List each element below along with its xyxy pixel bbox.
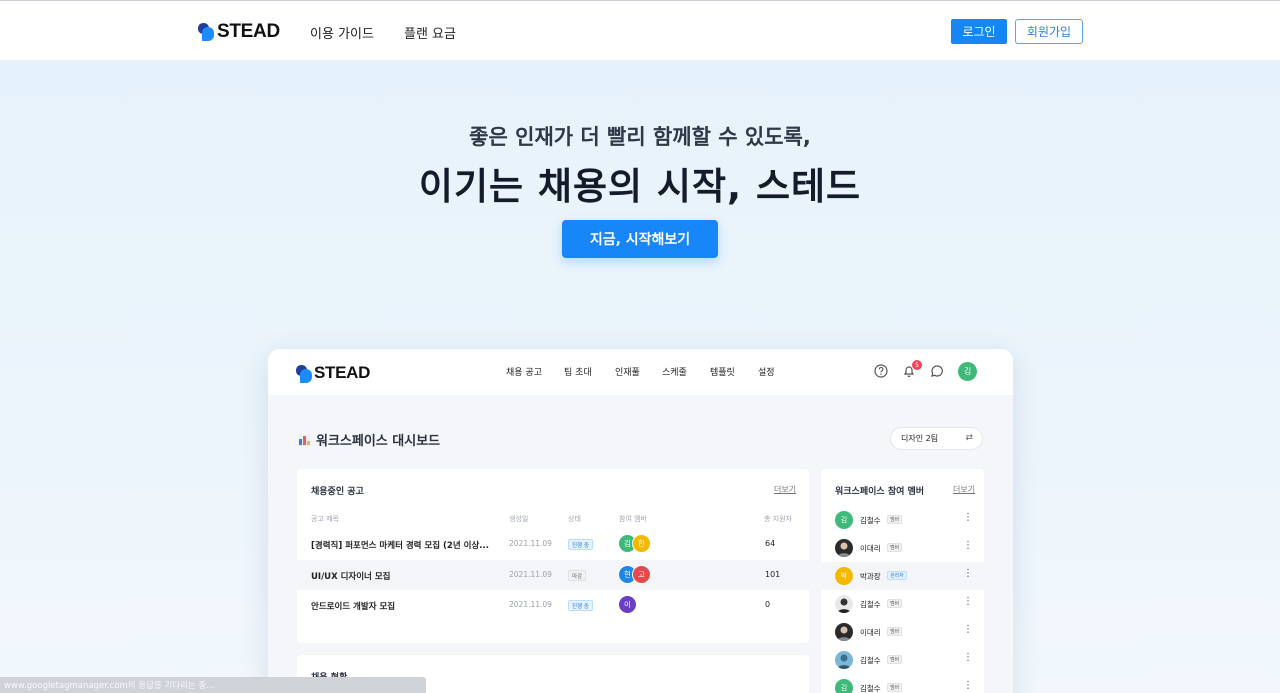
list-item[interactable]: 이대리 멤버 ⋮ — [821, 534, 984, 562]
login-button[interactable]: 로그인 — [951, 19, 1007, 44]
th-members: 참여 멤버 — [619, 515, 647, 523]
job-title: 안드로이드 개발자 모집 — [311, 602, 396, 612]
list-item[interactable]: 김철수 멤버 ⋮ — [821, 646, 984, 674]
job-date: 2021.11.09 — [509, 539, 552, 548]
mockup-nav-invite[interactable]: 팀 초대 — [564, 365, 592, 378]
th-title: 공고 제목 — [311, 515, 339, 523]
signup-button[interactable]: 회원가입 — [1015, 19, 1083, 44]
list-item[interactable]: 박 박과장 관리자 ⋮ — [821, 562, 984, 590]
bar-chart-icon — [298, 433, 311, 446]
hero-headline: 이기는 채용의 시작, 스테드 — [418, 165, 862, 208]
members-card-title: 워크스페이스 참여 멤버 — [835, 487, 925, 497]
avatar: 고 — [632, 565, 651, 584]
top-navbar: STEAD 이용 가이드 플랜 요금 로그인 회원가입 — [0, 0, 1280, 61]
jobs-card: 채용중인 공고 더보기 공고 제목 생성일 상태 참여 멤버 총 지원자 [경력… — [297, 469, 809, 643]
mockup-nav-talent[interactable]: 인재풀 — [615, 365, 640, 378]
mockup-logo: STEAD — [296, 363, 370, 383]
member-name: 김철수 — [860, 684, 881, 693]
th-applicants: 총 지원자 — [764, 515, 792, 523]
avatar: 한 — [632, 534, 651, 553]
table-row[interactable]: [경력직] 퍼포먼스 마케터 경력 모집 (2년 이상... 2021.11.0… — [297, 529, 809, 559]
table-row[interactable]: 안드로이드 개발자 모집 2021.11.09 진행 중 이 0 — [297, 590, 809, 620]
start-now-button[interactable]: 지금, 시작해보기 — [562, 220, 718, 258]
role-badge: 멤버 — [887, 627, 903, 636]
more-vertical-icon[interactable]: ⋮ — [963, 597, 973, 607]
role-badge: 멤버 — [887, 683, 903, 692]
status-badge: 진행 중 — [568, 600, 593, 611]
logo-text: STEAD — [217, 21, 280, 42]
more-vertical-icon[interactable]: ⋮ — [963, 541, 973, 551]
mockup-nav-templates[interactable]: 템플릿 — [710, 365, 735, 378]
avatar: 김 — [835, 679, 853, 693]
swap-icon: ⇄ — [965, 433, 973, 443]
mockup-logo-text: STEAD — [314, 363, 371, 382]
avatar-photo — [835, 539, 853, 557]
mockup-nav-settings[interactable]: 설정 — [758, 365, 775, 378]
table-row[interactable]: UI/UX 디자이너 모집 2021.11.09 마감 현 고 101 — [297, 560, 809, 590]
mockup-navbar: STEAD 채용 공고 팀 초대 인재풀 스케줄 템플릿 설정 5 김 — [268, 349, 1013, 395]
dashboard-title: 워크스페이스 대시보드 — [298, 430, 440, 449]
applicant-count: 101 — [765, 570, 781, 579]
user-avatar[interactable]: 김 — [958, 362, 977, 381]
member-name: 김철수 — [860, 656, 881, 665]
avatar-photo — [835, 623, 853, 641]
list-item[interactable]: 김철수 멤버 ⋮ — [821, 590, 984, 618]
jobs-more-link[interactable]: 더보기 — [774, 484, 796, 495]
notification-badge: 5 — [912, 360, 922, 370]
member-name: 이대리 — [860, 628, 881, 637]
list-item[interactable]: 김 김철수 멤버 ⋮ — [821, 506, 984, 534]
avatar-photo — [835, 651, 853, 669]
avatar: 김 — [835, 511, 853, 529]
status-badge: 마감 — [568, 570, 587, 581]
stead-logo-mark-icon — [296, 364, 312, 383]
member-name: 김철수 — [860, 600, 881, 609]
status-badge: 진행 중 — [568, 539, 593, 550]
list-item[interactable]: 김 김철수 멤버 ⋮ — [821, 674, 984, 693]
team-selector[interactable]: 디자인 2팀 ⇄ — [890, 427, 983, 450]
th-date: 생성일 — [509, 515, 529, 523]
list-item[interactable]: 이대리 멤버 ⋮ — [821, 618, 984, 646]
role-badge: 멤버 — [887, 515, 903, 524]
mockup-nav-jobs[interactable]: 채용 공고 — [506, 365, 542, 378]
more-vertical-icon[interactable]: ⋮ — [963, 569, 973, 579]
dashboard-mockup: STEAD 채용 공고 팀 초대 인재풀 스케줄 템플릿 설정 5 김 워크스페… — [268, 349, 1013, 693]
members-card: 워크스페이스 참여 멤버 더보기 김 김철수 멤버 ⋮ 이대리 멤버 ⋮ 박 박… — [821, 469, 984, 693]
role-badge: 멤버 — [887, 543, 903, 552]
hero-subtitle: 좋은 인재가 더 빨리 함께할 수 있도록, — [469, 125, 811, 149]
dashboard-title-text: 워크스페이스 대시보드 — [316, 434, 441, 449]
mockup-nav-schedule[interactable]: 스케줄 — [662, 365, 687, 378]
role-badge: 멤버 — [887, 655, 903, 664]
more-vertical-icon[interactable]: ⋮ — [963, 681, 973, 691]
nav-link-guide[interactable]: 이용 가이드 — [310, 23, 374, 42]
team-selector-label: 디자인 2팀 — [901, 434, 939, 443]
role-badge: 관리자 — [887, 571, 907, 580]
job-title: [경력직] 퍼포먼스 마케터 경력 모집 (2년 이상... — [311, 541, 489, 551]
more-vertical-icon[interactable]: ⋮ — [963, 513, 973, 523]
help-icon[interactable] — [873, 363, 889, 379]
chat-icon[interactable] — [929, 363, 945, 379]
stead-logo[interactable]: STEAD — [198, 21, 280, 43]
member-name: 박과장 — [860, 572, 881, 581]
more-vertical-icon[interactable]: ⋮ — [963, 625, 973, 635]
stead-logo-mark-icon — [198, 23, 214, 41]
applicant-count: 0 — [765, 600, 771, 609]
member-name: 김철수 — [860, 516, 881, 525]
more-vertical-icon[interactable]: ⋮ — [963, 653, 973, 663]
job-date: 2021.11.09 — [509, 570, 552, 579]
nav-link-pricing[interactable]: 플랜 요금 — [404, 23, 456, 42]
job-title: UI/UX 디자이너 모집 — [311, 572, 391, 582]
avatar: 이 — [618, 595, 637, 614]
avatar: 박 — [835, 567, 853, 585]
role-badge: 멤버 — [887, 599, 903, 608]
job-date: 2021.11.09 — [509, 600, 552, 609]
member-name: 이대리 — [860, 544, 881, 553]
browser-status-bar: www.googletagmanager.com의 응답을 기다리는 중... — [0, 677, 426, 693]
members-more-link[interactable]: 더보기 — [953, 484, 975, 495]
avatar-photo — [835, 595, 853, 613]
jobs-card-title: 채용중인 공고 — [311, 487, 364, 497]
th-status: 상태 — [568, 515, 581, 523]
applicant-count: 64 — [765, 539, 776, 548]
